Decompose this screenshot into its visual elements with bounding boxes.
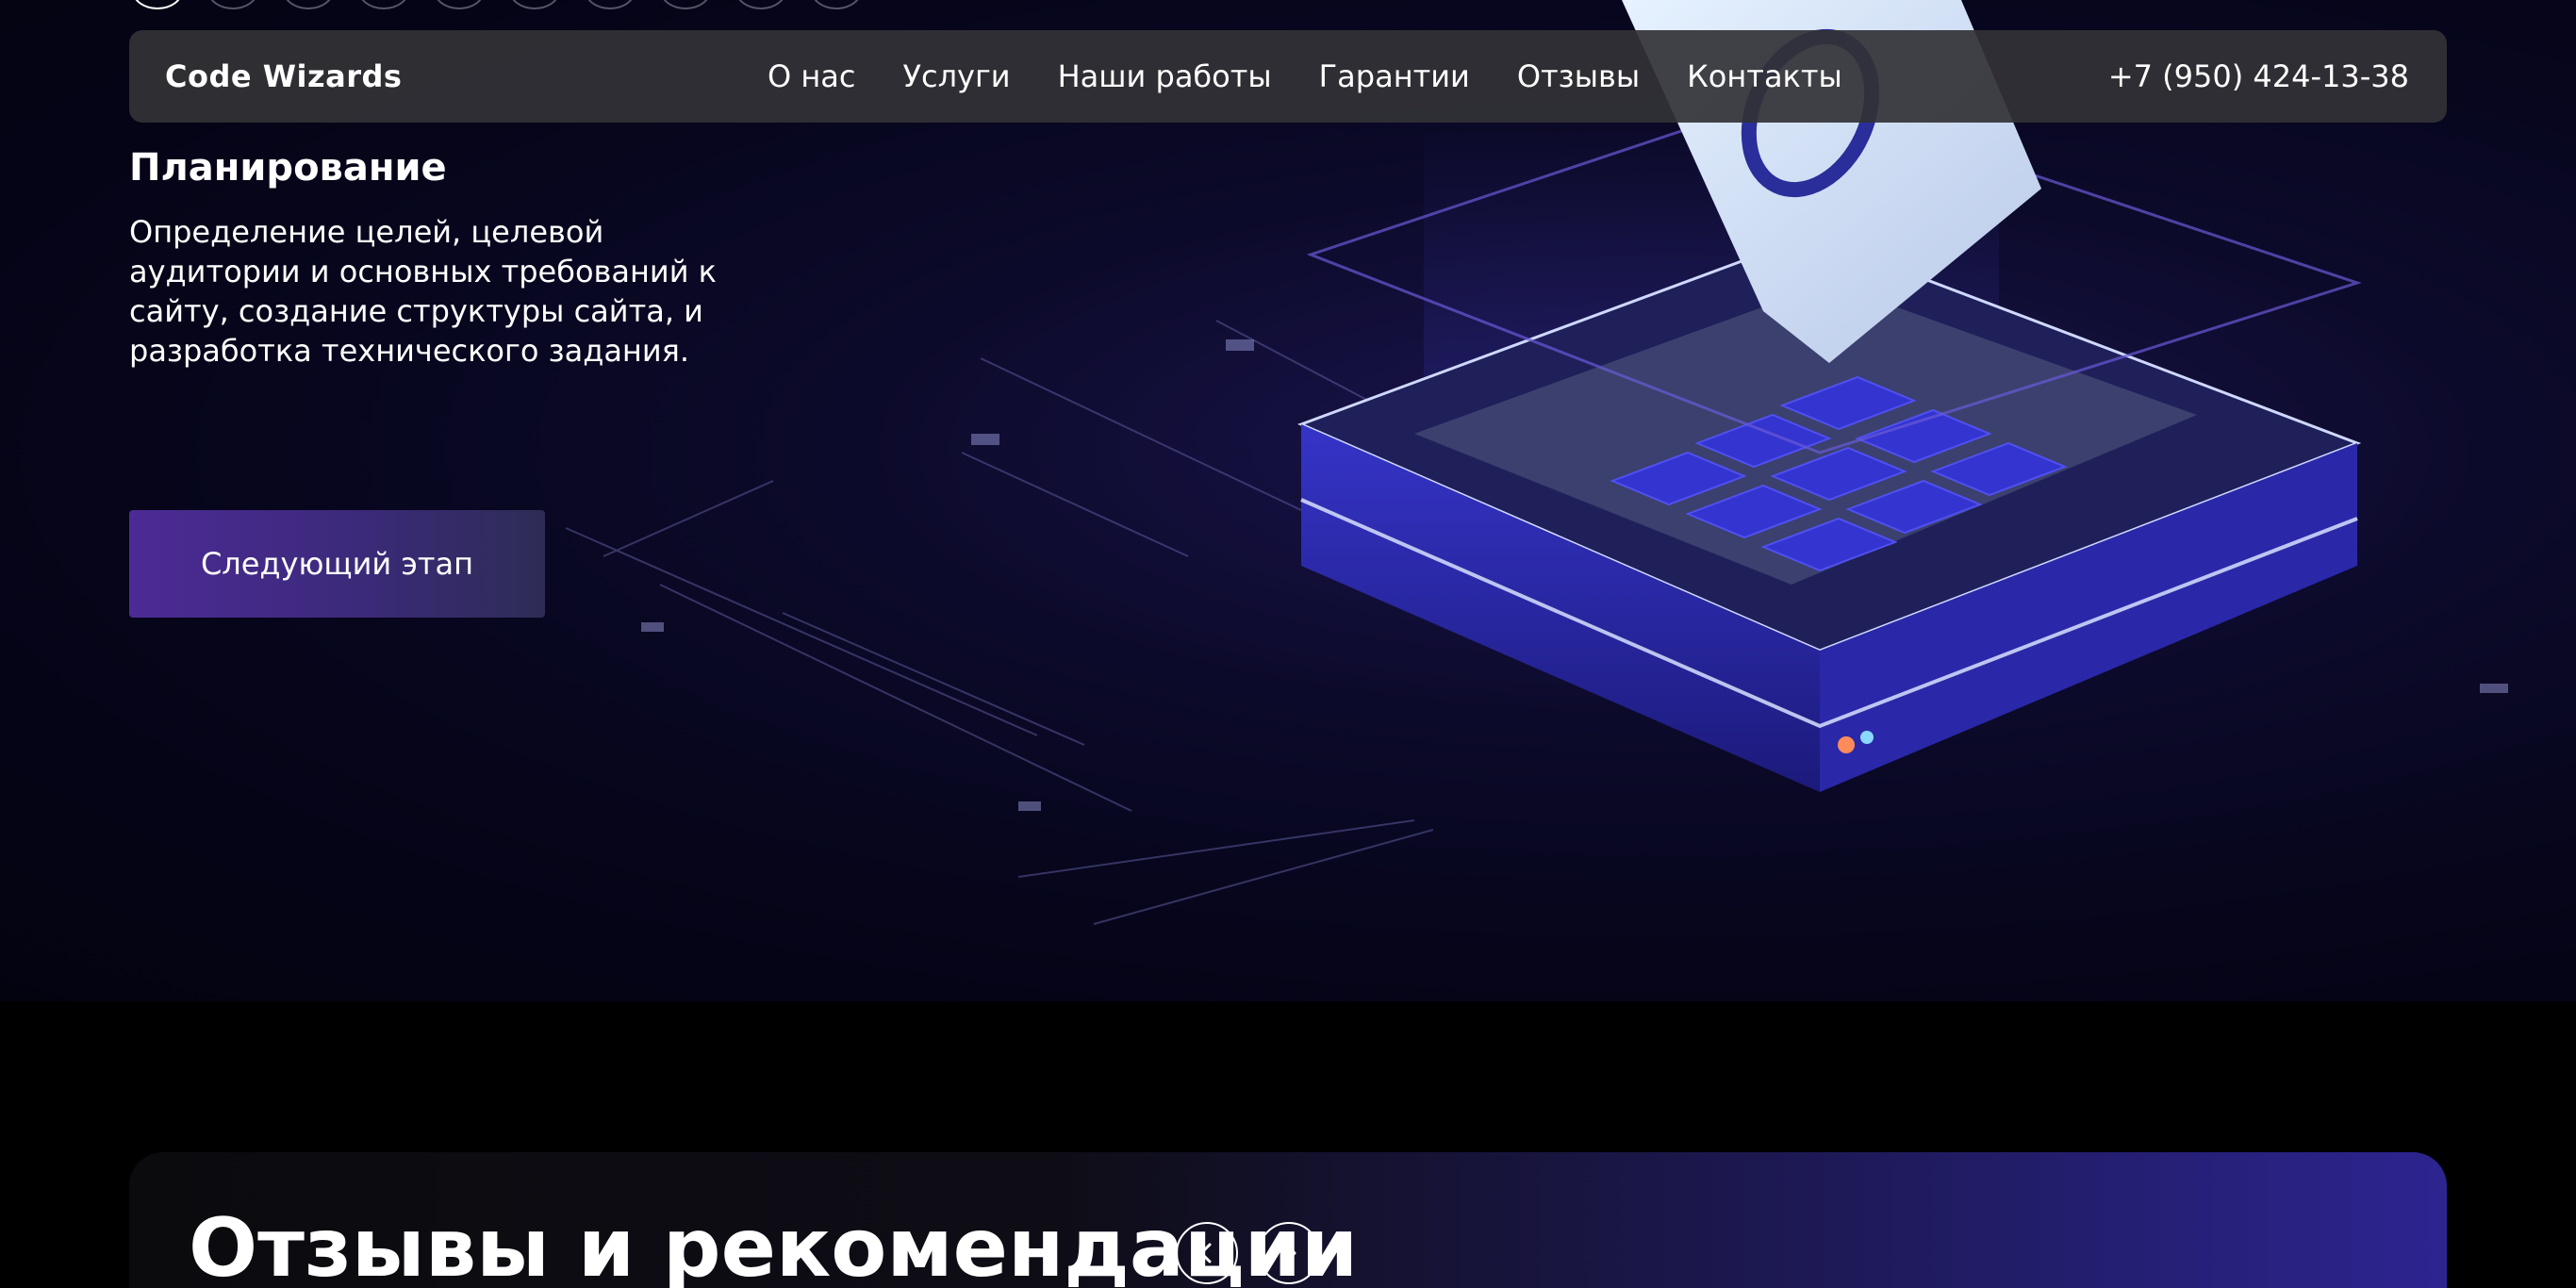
stage-dot[interactable] [660,0,711,9]
reviews-next-button[interactable] [1258,1222,1320,1284]
stage-dot[interactable] [509,0,560,9]
chevron-right-icon [1284,1243,1296,1263]
next-stage-button[interactable]: Следующий этап [129,510,545,618]
hero-section: Code Wizards О нас Услуги Наши работы Га… [0,0,2576,1001]
stage-dot[interactable] [132,0,183,9]
reviews-section: Отзывы и рекомендации [129,1152,2447,1288]
stage-indicator [132,0,862,9]
nav-link-reviews[interactable]: Отзывы [1517,58,1640,94]
nav-link-portfolio[interactable]: Наши работы [1058,58,1272,94]
stage-dot[interactable] [207,0,258,9]
reviews-prev-button[interactable] [1176,1222,1238,1284]
nav-link-services[interactable]: Услуги [902,58,1010,94]
top-navbar: Code Wizards О нас Услуги Наши работы Га… [129,30,2447,123]
stage-dot[interactable] [735,0,786,9]
nav-link-about[interactable]: О нас [768,58,855,94]
stage-title: Планирование [129,146,447,190]
stage-description: Определение целей, целевой аудитории и о… [129,214,717,369]
chevron-left-icon [1199,1243,1212,1263]
stage-dot[interactable] [811,0,862,9]
stage-dot[interactable] [358,0,409,9]
nav-link-contacts[interactable]: Контакты [1687,58,1842,94]
stage-dot[interactable] [585,0,636,9]
phone-link[interactable]: +7 (950) 424-13-38 [2108,58,2409,94]
stage-dot[interactable] [434,0,485,9]
nav-link-guarantees[interactable]: Гарантии [1319,58,1470,94]
nav-menu: О нас Услуги Наши работы Гарантии Отзывы… [768,58,1842,94]
logo[interactable]: Code Wizards [165,58,402,94]
stage-dot[interactable] [283,0,334,9]
